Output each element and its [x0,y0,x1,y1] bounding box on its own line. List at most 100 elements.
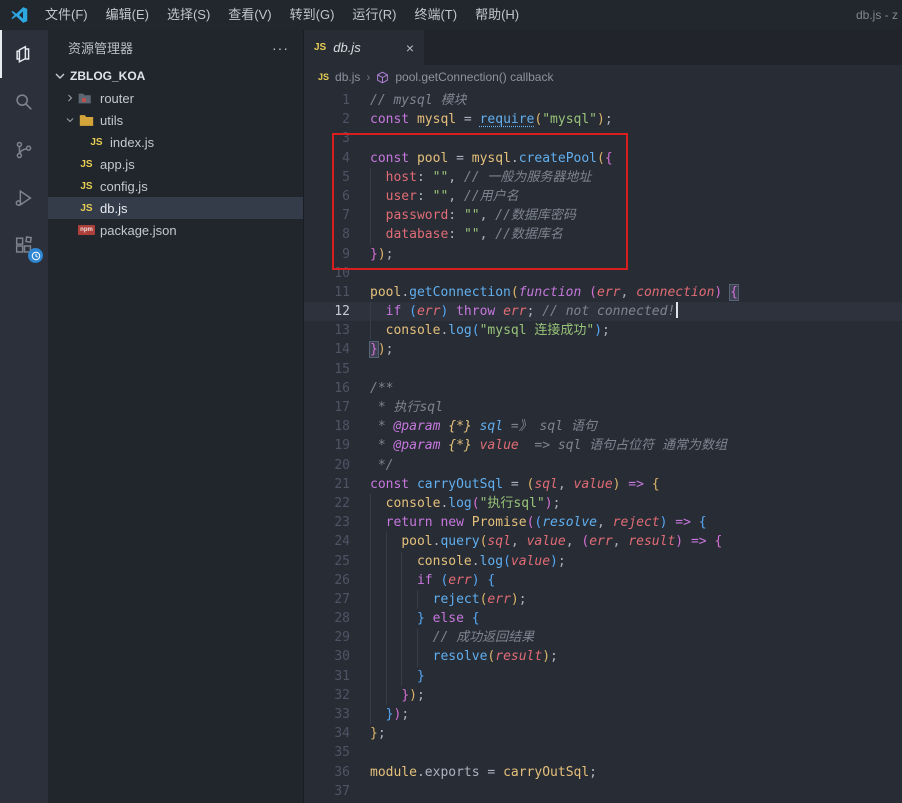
code-line-30[interactable]: 30 resolve(result); [304,647,902,666]
line-content: pool.query(sql, value, (err, result) => … [350,532,722,551]
code-line-19[interactable]: 19 * @param {*} value => sql 语句占位符 通常为数组 [304,436,902,455]
line-content: // 成功返回结果 [350,628,534,647]
code-line-28[interactable]: 28 } else { [304,609,902,628]
code-line-37[interactable]: 37 [304,782,902,801]
code-line-6[interactable]: 6 user: "", //用户名 [304,187,902,206]
line-number: 7 [304,206,350,225]
code-line-10[interactable]: 10 [304,264,902,283]
code-line-11[interactable]: 11pool.getConnection(function (err, conn… [304,283,902,302]
breadcrumb-symbol[interactable]: pool.getConnection() callback [395,70,553,84]
line-content: console.log(value); [350,552,566,571]
code-line-8[interactable]: 8 database: "", //数据库名 [304,225,902,244]
editor-group: JS db.js × JS db.js › pool.getConnection… [304,30,902,803]
code-line-18[interactable]: 18 * @param {*} sql =》 sql 语句 [304,417,902,436]
line-number: 6 [304,187,350,206]
tree-item-package-json[interactable]: npmpackage.json [48,219,303,241]
code-line-20[interactable]: 20 */ [304,456,902,475]
line-content: * 执行sql [350,398,443,417]
code-line-31[interactable]: 31 } [304,667,902,686]
code-line-2[interactable]: 2const mysql = require("mysql"); [304,110,902,129]
js-icon: JS [78,178,95,194]
code-line-29[interactable]: 29 // 成功返回结果 [304,628,902,647]
line-content: return new Promise((resolve, reject) => … [350,513,707,532]
explorer-more-actions-icon[interactable]: ··· [272,40,289,56]
code-line-5[interactable]: 5 host: "", // 一般为服务器地址 [304,168,902,187]
tree-item-index-js[interactable]: JSindex.js [48,131,303,153]
line-content [350,129,370,148]
code-line-35[interactable]: 35 [304,743,902,762]
line-number: 34 [304,724,350,743]
menu-item-0[interactable]: 文件(F) [36,7,97,22]
line-number: 36 [304,763,350,782]
menu-item-7[interactable]: 帮助(H) [466,7,528,22]
code-editor[interactable]: 1// mysql 模块2const mysql = require("mysq… [304,89,902,803]
code-line-1[interactable]: 1// mysql 模块 [304,91,902,110]
code-line-26[interactable]: 26 if (err) { [304,571,902,590]
menu-item-2[interactable]: 选择(S) [158,7,219,22]
code-line-4[interactable]: 4const pool = mysql.createPool({ [304,149,902,168]
line-content: * @param {*} sql =》 sql 语句 [350,417,597,436]
code-line-21[interactable]: 21const carryOutSql = (sql, value) => { [304,475,902,494]
tree-item-router[interactable]: router [48,87,303,109]
line-number: 31 [304,667,350,686]
line-content: host: "", // 一般为服务器地址 [350,168,591,187]
line-content: console.log("执行sql"); [350,494,560,513]
code-line-3[interactable]: 3 [304,129,902,148]
code-line-25[interactable]: 25 console.log(value); [304,552,902,571]
tree-item-utils[interactable]: utils [48,109,303,131]
line-number: 10 [304,264,350,283]
menu-item-6[interactable]: 终端(T) [405,7,466,22]
menu-item-3[interactable]: 查看(V) [219,7,280,22]
code-line-34[interactable]: 34}; [304,724,902,743]
code-line-27[interactable]: 27 reject(err); [304,590,902,609]
npm-icon: npm [78,222,95,238]
line-content: reject(err); [350,590,527,609]
line-number: 9 [304,245,350,264]
search-icon[interactable] [0,78,48,126]
close-tab-icon[interactable]: × [406,40,414,56]
code-line-15[interactable]: 15 [304,360,902,379]
code-line-9[interactable]: 9}); [304,245,902,264]
line-number: 12 [304,302,350,321]
tab-db-js[interactable]: JS db.js × [304,30,424,65]
activity-bar [0,30,48,803]
code-line-16[interactable]: 16/** [304,379,902,398]
source-control-icon[interactable] [0,126,48,174]
code-line-22[interactable]: 22 console.log("执行sql"); [304,494,902,513]
code-line-12[interactable]: 12 if (err) throw err; // not connected! [304,302,902,321]
tree-item-label: router [100,91,134,106]
code-line-33[interactable]: 33 }); [304,705,902,724]
chevron-down-icon [52,68,68,84]
files-icon[interactable] [0,30,48,78]
code-line-17[interactable]: 17 * 执行sql [304,398,902,417]
code-line-14[interactable]: 14}); [304,340,902,359]
line-number: 25 [304,552,350,571]
extensions-icon[interactable] [0,222,48,270]
menu-item-5[interactable]: 运行(R) [343,7,405,22]
run-debug-icon[interactable] [0,174,48,222]
code-line-36[interactable]: 36module.exports = carryOutSql; [304,763,902,782]
line-content: if (err) { [350,571,495,590]
menu-item-1[interactable]: 编辑(E) [97,7,158,22]
line-number: 11 [304,283,350,302]
breadcrumb-file[interactable]: db.js [335,70,360,84]
code-line-23[interactable]: 23 return new Promise((resolve, reject) … [304,513,902,532]
explorer-sidebar: 资源管理器 ··· ZBLOG_KOA router utilsJSindex.j… [48,30,304,803]
code-line-13[interactable]: 13 console.log("mysql 连接成功"); [304,321,902,340]
code-line-32[interactable]: 32 }); [304,686,902,705]
project-root-folder[interactable]: ZBLOG_KOA [48,65,303,87]
folder-router-icon [78,90,95,106]
js-file-icon: JS [318,72,329,82]
line-content: if (err) throw err; // not connected! [350,302,678,321]
tree-item-db-js[interactable]: JSdb.js [48,197,303,219]
menu-item-4[interactable]: 转到(G) [281,7,344,22]
tree-item-app-js[interactable]: JSapp.js [48,153,303,175]
js-icon: JS [88,134,105,150]
explorer-title: 资源管理器 [68,38,133,57]
code-line-24[interactable]: 24 pool.query(sql, value, (err, result) … [304,532,902,551]
line-number: 24 [304,532,350,551]
tree-item-config-js[interactable]: JSconfig.js [48,175,303,197]
code-line-7[interactable]: 7 password: "", //数据库密码 [304,206,902,225]
line-number: 28 [304,609,350,628]
line-number: 3 [304,129,350,148]
